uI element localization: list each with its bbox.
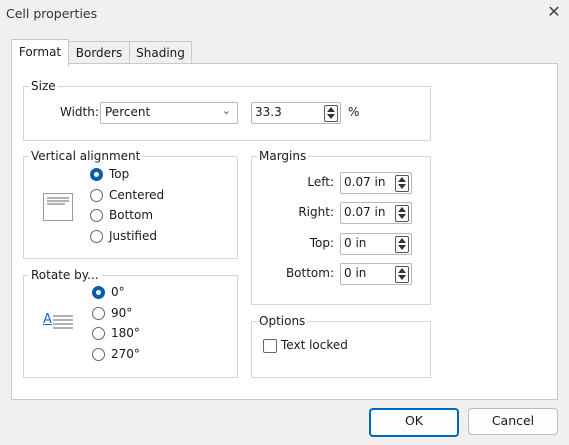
margin-top-label: Top:	[309, 236, 334, 250]
margin-left-spinner[interactable]: 0.07 in	[340, 172, 412, 194]
valign-bottom-radio[interactable]	[90, 209, 103, 222]
ok-button[interactable]: OK	[369, 408, 459, 437]
width-value-spinner[interactable]: 33.3	[251, 102, 341, 124]
rotate-270-label: 270°	[111, 347, 140, 361]
cell-properties-dialog: Cell properties ✕ Format Borders Shading…	[0, 0, 569, 445]
spinner-arrows-icon[interactable]	[324, 105, 338, 122]
width-label: Width:	[60, 105, 99, 119]
vertical-alignment-legend: Vertical alignment	[31, 149, 141, 163]
rotate-180-radio[interactable]	[92, 327, 105, 340]
width-value: 33.3	[255, 105, 282, 119]
rotate-90-radio[interactable]	[92, 307, 105, 320]
spinner-arrows-icon[interactable]	[395, 175, 409, 192]
spinner-arrows-icon[interactable]	[395, 266, 409, 283]
size-group-legend: Size	[31, 79, 56, 93]
text-locked-checkbox[interactable]	[263, 339, 277, 353]
tab-shading[interactable]: Shading	[129, 41, 192, 64]
margin-left-value: 0.07 in	[344, 175, 386, 189]
margin-bottom-value: 0 in	[344, 266, 367, 280]
width-suffix: %	[348, 105, 360, 119]
margin-right-label: Right:	[298, 205, 334, 219]
alignment-preview-icon	[43, 193, 73, 221]
valign-justified-label: Justified	[109, 229, 157, 243]
rotate-90-label: 90°	[111, 306, 133, 320]
rotate-0-label: 0°	[111, 285, 125, 299]
tab-format[interactable]: Format	[11, 39, 69, 66]
window-title: Cell properties	[6, 6, 98, 21]
width-unit-value: Percent	[105, 105, 151, 119]
valign-centered-label: Centered	[109, 188, 165, 202]
rotate-preview-icon: A	[43, 312, 73, 331]
width-unit-select[interactable]: Percent ⌄	[100, 102, 238, 124]
valign-justified-radio[interactable]	[90, 230, 103, 243]
margin-bottom-spinner[interactable]: 0 in	[340, 263, 412, 285]
valign-centered-radio[interactable]	[90, 189, 103, 202]
cancel-button[interactable]: Cancel	[468, 408, 558, 435]
spinner-arrows-icon[interactable]	[395, 236, 409, 253]
spinner-arrows-icon[interactable]	[395, 205, 409, 222]
rotate-270-radio[interactable]	[92, 348, 105, 361]
valign-bottom-label: Bottom	[109, 208, 154, 222]
options-legend: Options	[259, 314, 306, 328]
valign-top-radio[interactable]	[90, 168, 103, 181]
margin-right-spinner[interactable]: 0.07 in	[340, 202, 412, 224]
close-icon[interactable]: ✕	[545, 3, 563, 21]
tab-borders[interactable]: Borders	[68, 41, 130, 64]
text-locked-label: Text locked	[281, 338, 348, 352]
rotate-0-radio[interactable]	[92, 286, 105, 299]
margin-left-label: Left:	[307, 175, 334, 189]
rotate-180-label: 180°	[111, 326, 140, 340]
chevron-down-icon: ⌄	[221, 104, 231, 117]
margins-legend: Margins	[259, 149, 307, 163]
rotate-legend: Rotate by...	[31, 268, 99, 282]
margin-top-spinner[interactable]: 0 in	[340, 233, 412, 255]
margin-bottom-label: Bottom:	[285, 266, 334, 280]
rotate-preview-letter: A	[43, 312, 52, 327]
margin-right-value: 0.07 in	[344, 205, 386, 219]
valign-top-label: Top	[109, 167, 130, 181]
margin-top-value: 0 in	[344, 236, 367, 250]
